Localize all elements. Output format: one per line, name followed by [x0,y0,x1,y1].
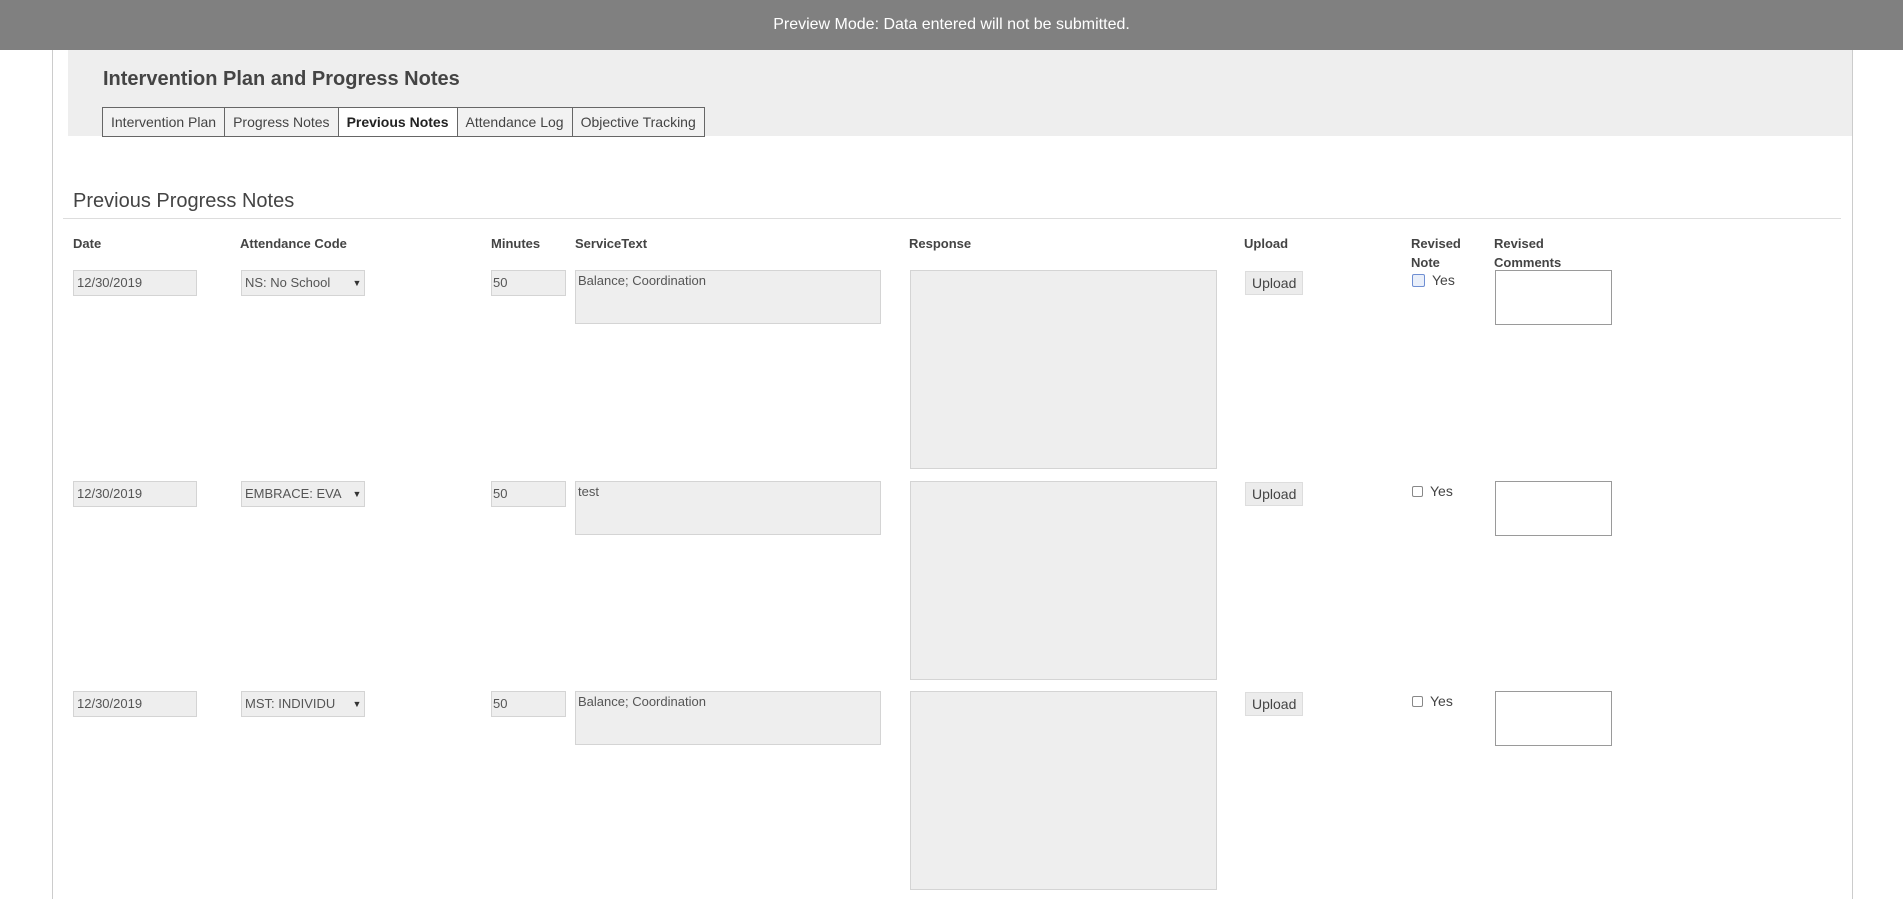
main-container: Intervention Plan and Progress Notes Int… [52,50,1853,899]
chevron-down-icon: ▼ [352,489,362,499]
col-header-revised-note: Revised Note [1411,234,1461,272]
revised-note-label: Yes [1430,693,1453,709]
response-field[interactable] [910,270,1217,469]
col-header-attendance-code: Attendance Code [240,236,347,251]
revised-note-label: Yes [1430,483,1453,499]
revised-note-checkbox-group: Yes [1412,693,1453,709]
revised-note-checkbox[interactable] [1412,273,1425,287]
revised-comments-input[interactable] [1495,481,1612,536]
col-header-service-text: ServiceText [575,236,648,251]
chevron-down-icon: ▼ [352,699,362,709]
section-divider [63,218,1841,219]
service-text-field[interactable]: Balance; Coordination [575,270,881,324]
tab-bar: Intervention Plan Progress Notes Previou… [102,107,705,137]
col-header-date: Date [73,236,102,251]
response-field[interactable] [910,691,1217,890]
tab-objective-tracking[interactable]: Objective Tracking [572,107,705,137]
revised-note-label: Yes [1432,272,1455,288]
col-header-revised-comments-line1: Revised [1494,236,1544,251]
attendance-code-select[interactable]: EMBRACE: EVA ▼ [241,481,365,507]
date-field[interactable]: 12/30/2019 [73,691,197,717]
col-header-minutes: Minutes [491,236,541,251]
revised-note-checkbox-group: Yes [1412,483,1453,499]
section-title: Previous Progress Notes [73,190,295,212]
page-title: Intervention Plan and Progress Notes [103,68,460,90]
header-band: Intervention Plan and Progress Notes Int… [68,50,1852,137]
date-field[interactable]: 12/30/2019 [73,481,197,507]
response-field[interactable] [910,481,1217,680]
attendance-code-select[interactable]: MST: INDIVIDU ▼ [241,691,365,717]
note-row: 12/30/2019 EMBRACE: EVA ▼ 50 test Upload… [53,481,1852,691]
service-text-field[interactable]: test [575,481,881,535]
col-header-revised-comments: Revised Comments [1494,234,1561,272]
banner-text: Preview Mode: Data entered will not be s… [773,16,1130,33]
revised-comments-input[interactable] [1495,270,1612,325]
chevron-down-icon: ▼ [352,278,362,288]
attendance-code-value: NS: No School [245,275,331,290]
col-header-revised-note-line1: Revised [1411,236,1461,251]
upload-button[interactable]: Upload [1245,482,1304,506]
attendance-code-value: MST: INDIVIDU [245,696,336,711]
upload-button[interactable]: Upload [1245,692,1304,716]
upload-button[interactable]: Upload [1245,271,1304,295]
revised-comments-input[interactable] [1495,691,1612,746]
tab-attendance-log[interactable]: Attendance Log [457,107,573,137]
col-header-upload: Upload [1244,236,1289,251]
attendance-code-value: EMBRACE: EVA [245,486,342,501]
minutes-field[interactable]: 50 [491,691,566,717]
attendance-code-select[interactable]: NS: No School ▼ [241,270,365,296]
tab-progress-notes[interactable]: Progress Notes [225,107,339,137]
revised-note-checkbox[interactable] [1412,485,1423,497]
note-row: 12/30/2019 MST: INDIVIDU ▼ 50 Balance; C… [53,691,1852,901]
minutes-field[interactable]: 50 [491,270,566,296]
preview-mode-banner: Preview Mode: Data entered will not be s… [0,0,1903,50]
minutes-field[interactable]: 50 [491,481,566,507]
note-row: 12/30/2019 NS: No School ▼ 50 Balance; C… [53,270,1852,480]
col-header-response: Response [909,236,972,251]
revised-note-checkbox[interactable] [1412,695,1423,707]
service-text-field[interactable]: Balance; Coordination [575,691,881,745]
date-field[interactable]: 12/30/2019 [73,270,197,296]
tab-intervention-plan[interactable]: Intervention Plan [102,107,226,137]
revised-note-checkbox-group: Yes [1412,272,1455,288]
tab-previous-notes[interactable]: Previous Notes [338,107,458,137]
